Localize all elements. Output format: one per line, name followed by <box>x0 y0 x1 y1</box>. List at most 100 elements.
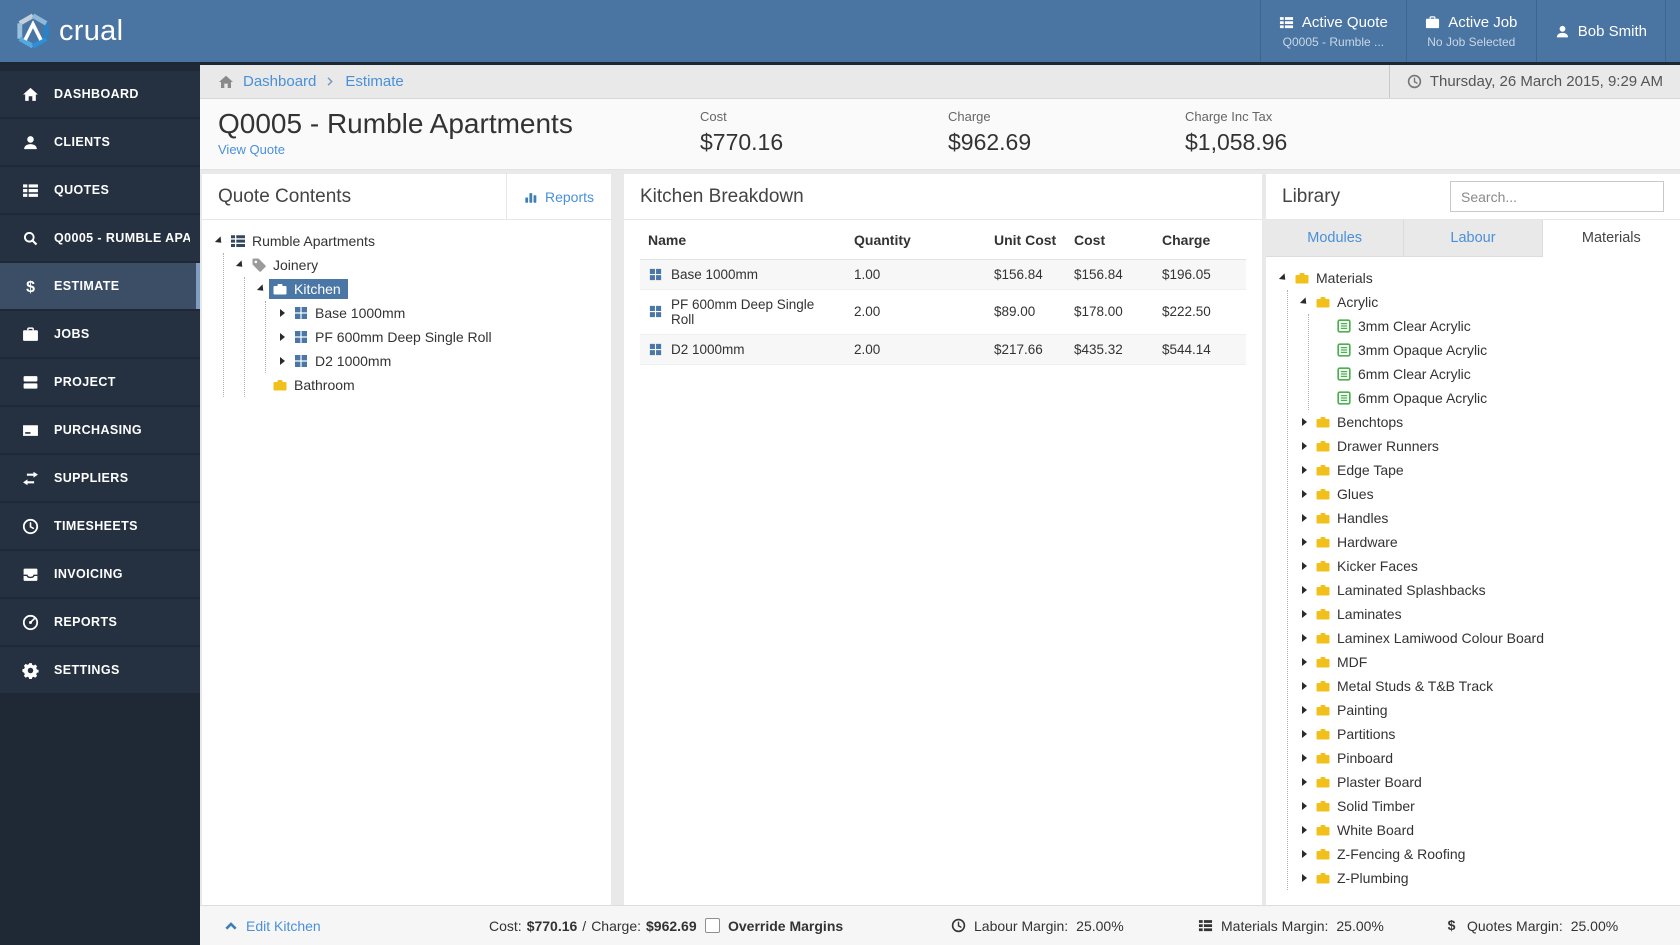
tree-node-anchor[interactable]: Rumble Apartments <box>227 231 382 251</box>
expander-icon[interactable] <box>1297 746 1312 770</box>
expander-icon[interactable] <box>1276 266 1291 290</box>
tree-node-6mm-clear-acrylic[interactable]: 6mm Clear Acrylic <box>1318 362 1674 386</box>
tree-node-partitions[interactable]: Partitions <box>1297 722 1674 746</box>
breadcrumb-dashboard[interactable]: Dashboard <box>243 73 316 90</box>
expander-icon[interactable] <box>1297 674 1312 698</box>
expander-icon[interactable] <box>1297 506 1312 530</box>
sidebar-item-estimate[interactable]: $ ESTIMATE <box>0 263 200 309</box>
tab-labour[interactable]: Labour <box>1404 220 1543 257</box>
expander-icon[interactable] <box>1297 698 1312 722</box>
tree-node-anchor[interactable]: Drawer Runners <box>1312 436 1446 456</box>
expander-icon[interactable] <box>1297 770 1312 794</box>
tree-node-z-fencing-roofing[interactable]: Z-Fencing & Roofing <box>1297 842 1674 866</box>
tree-node-3mm-clear-acrylic[interactable]: 3mm Clear Acrylic <box>1318 314 1674 338</box>
expander-icon[interactable] <box>1297 578 1312 602</box>
tree-node-anchor[interactable]: Painting <box>1312 700 1395 720</box>
expander-icon[interactable] <box>1297 434 1312 458</box>
tab-materials[interactable]: Materials <box>1542 220 1680 257</box>
tree-node-handles[interactable]: Handles <box>1297 506 1674 530</box>
tree-node-laminex-lamiwood-colour-board[interactable]: Laminex Lamiwood Colour Board <box>1297 626 1674 650</box>
tree-node-z-plumbing[interactable]: Z-Plumbing <box>1297 866 1674 890</box>
active-quote-menu[interactable]: Active Quote Q0005 - Rumble ... <box>1259 0 1406 62</box>
tree-node-pf-600mm-deep-single-roll[interactable]: PF 600mm Deep Single Roll <box>275 325 605 349</box>
expander-icon[interactable] <box>212 229 227 253</box>
edit-kitchen-link[interactable]: Edit Kitchen <box>224 906 321 945</box>
tree-node-rumble-apartments[interactable]: Rumble Apartments <box>212 229 605 253</box>
tree-node-anchor[interactable]: 6mm Opaque Acrylic <box>1333 388 1494 408</box>
tree-node-bathroom[interactable]: Bathroom <box>254 373 605 397</box>
override-margins-checkbox[interactable] <box>705 918 720 933</box>
tree-node-hardware[interactable]: Hardware <box>1297 530 1674 554</box>
tree-node-anchor[interactable]: 6mm Clear Acrylic <box>1333 364 1478 384</box>
tree-node-anchor[interactable]: MDF <box>1312 652 1374 672</box>
expander-icon[interactable] <box>275 349 290 373</box>
tree-node-anchor[interactable]: Hardware <box>1312 532 1405 552</box>
tree-node-d2-1000mm[interactable]: D2 1000mm <box>275 349 605 373</box>
expander-icon[interactable] <box>1297 482 1312 506</box>
table-row-pf-600mm-deep-single-roll[interactable]: PF 600mm Deep Single Roll 2.00 $89.00 $178.… <box>640 289 1246 335</box>
expander-icon[interactable] <box>1297 410 1312 434</box>
tree-node-acrylic[interactable]: Acrylic <box>1297 290 1674 314</box>
expander-icon[interactable] <box>1297 818 1312 842</box>
tree-node-anchor[interactable]: Solid Timber <box>1312 796 1422 816</box>
tree-node-kitchen[interactable]: Kitchen <box>254 277 605 301</box>
expander-icon[interactable] <box>275 325 290 349</box>
sidebar-item-jobs[interactable]: JOBS <box>0 311 200 357</box>
tree-node-anchor[interactable]: D2 1000mm <box>290 351 398 371</box>
sidebar-item-quotes[interactable]: QUOTES <box>0 167 200 213</box>
tree-node-anchor[interactable]: Edge Tape <box>1312 460 1411 480</box>
tree-node-anchor[interactable]: Kitchen <box>269 279 348 299</box>
override-margins-toggle[interactable]: Override Margins <box>705 906 843 945</box>
tree-node-solid-timber[interactable]: Solid Timber <box>1297 794 1674 818</box>
tree-node-anchor[interactable]: Benchtops <box>1312 412 1410 432</box>
sidebar-item-invoicing[interactable]: INVOICING <box>0 551 200 597</box>
sidebar-item-clients[interactable]: CLIENTS <box>0 119 200 165</box>
tree-node-mdf[interactable]: MDF <box>1297 650 1674 674</box>
tree-node-anchor[interactable]: Glues <box>1312 484 1381 504</box>
tree-node-edge-tape[interactable]: Edge Tape <box>1297 458 1674 482</box>
view-quote-link[interactable]: View Quote <box>218 142 285 157</box>
sidebar-item-reports[interactable]: REPORTS <box>0 599 200 645</box>
tree-node-materials[interactable]: Materials <box>1276 266 1674 290</box>
active-job-menu[interactable]: Active Job No Job Selected <box>1405 0 1536 62</box>
tree-node-anchor[interactable]: Acrylic <box>1312 292 1385 312</box>
breadcrumb-estimate[interactable]: Estimate <box>345 73 403 90</box>
tree-node-anchor[interactable]: Base 1000mm <box>290 303 412 323</box>
tree-node-anchor[interactable]: 3mm Opaque Acrylic <box>1333 340 1494 360</box>
sidebar-item-project[interactable]: PROJECT <box>0 359 200 405</box>
tree-node-anchor[interactable]: Materials <box>1291 268 1380 288</box>
tree-node-glues[interactable]: Glues <box>1297 482 1674 506</box>
app-logo[interactable]: crual <box>0 0 123 62</box>
expander-icon[interactable] <box>1297 626 1312 650</box>
expander-icon[interactable] <box>233 253 248 277</box>
tree-node-anchor[interactable]: Handles <box>1312 508 1395 528</box>
tree-node-anchor[interactable]: Bathroom <box>269 375 362 395</box>
table-row-base-1000mm[interactable]: Base 1000mm 1.00 $156.84 $156.84 $196.05 <box>640 259 1246 290</box>
tree-node-anchor[interactable]: Partitions <box>1312 724 1402 744</box>
expander-icon[interactable] <box>1297 842 1312 866</box>
tree-node-anchor[interactable]: Laminates <box>1312 604 1409 624</box>
expander-icon[interactable] <box>275 301 290 325</box>
tree-node-joinery[interactable]: Joinery <box>233 253 605 277</box>
table-row-d2-1000mm[interactable]: D2 1000mm 2.00 $217.66 $435.32 $544.14 <box>640 334 1246 365</box>
tree-node-laminated-splashbacks[interactable]: Laminated Splashbacks <box>1297 578 1674 602</box>
search-input[interactable] <box>1450 181 1664 212</box>
tree-node-anchor[interactable]: Laminated Splashbacks <box>1312 580 1493 600</box>
tree-node-laminates[interactable]: Laminates <box>1297 602 1674 626</box>
expander-icon[interactable] <box>1297 866 1312 890</box>
tree-node-anchor[interactable]: Joinery <box>248 255 325 275</box>
sidebar-item-suppliers[interactable]: SUPPLIERS <box>0 455 200 501</box>
tree-node-6mm-opaque-acrylic[interactable]: 6mm Opaque Acrylic <box>1318 386 1674 410</box>
expander-icon[interactable] <box>1297 290 1312 314</box>
sidebar-item-q0005-rumble-apartments[interactable]: Q0005 - RUMBLE APARTMENTS <box>0 215 200 261</box>
expander-icon[interactable] <box>1297 650 1312 674</box>
expander-icon[interactable] <box>1297 794 1312 818</box>
tree-node-anchor[interactable]: Z-Plumbing <box>1312 868 1416 888</box>
tree-node-anchor[interactable]: PF 600mm Deep Single Roll <box>290 327 499 347</box>
tree-node-painting[interactable]: Painting <box>1297 698 1674 722</box>
tree-node-kicker-faces[interactable]: Kicker Faces <box>1297 554 1674 578</box>
tree-node-anchor[interactable]: 3mm Clear Acrylic <box>1333 316 1478 336</box>
tree-node-pinboard[interactable]: Pinboard <box>1297 746 1674 770</box>
expander-icon[interactable] <box>254 277 269 301</box>
sidebar-item-purchasing[interactable]: PURCHASING <box>0 407 200 453</box>
